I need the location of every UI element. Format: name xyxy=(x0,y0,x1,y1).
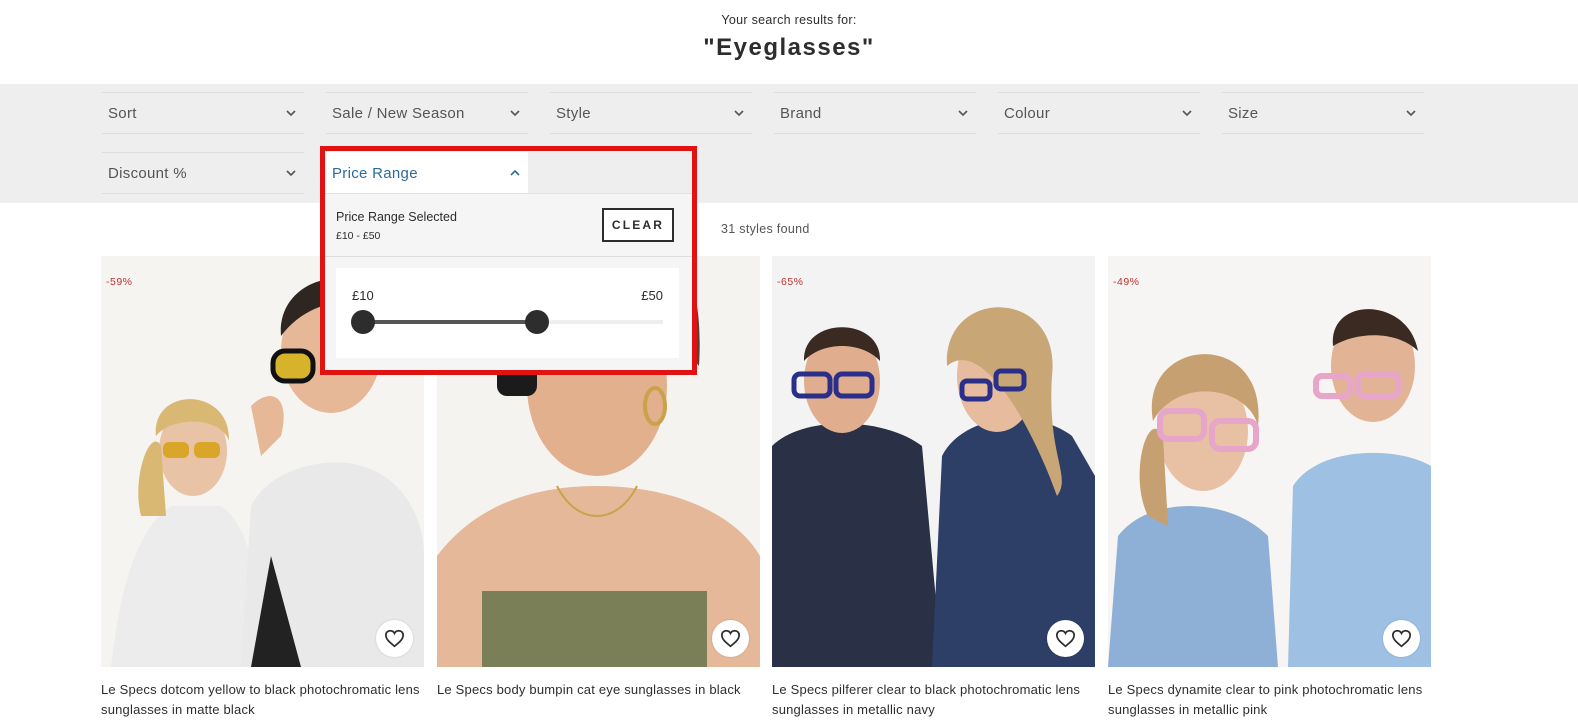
slider-fill xyxy=(363,320,537,324)
filter-label: Style xyxy=(556,105,591,122)
chevron-down-icon xyxy=(286,110,296,117)
slider-min-handle[interactable] xyxy=(351,310,375,334)
chevron-down-icon xyxy=(1182,110,1192,117)
results-count: 31 styles found xyxy=(721,222,810,236)
product-card[interactable]: -65% Le Specs pilferer clear to black ph… xyxy=(772,256,1095,720)
discount-badge: -49% xyxy=(1113,276,1140,288)
product-title[interactable]: Le Specs dotcom yellow to black photochr… xyxy=(101,680,424,720)
filter-colour[interactable]: Colour xyxy=(998,92,1200,134)
slider-min-label: £10 xyxy=(352,288,374,303)
filter-bar: Sort Sale / New Season Style Brand Colou… xyxy=(0,84,1578,203)
chevron-down-icon xyxy=(734,110,744,117)
filter-label: Colour xyxy=(1004,105,1050,122)
search-term: "Eyeglasses" xyxy=(703,34,875,61)
slider-max-handle[interactable] xyxy=(525,310,549,334)
filter-label: Size xyxy=(1228,105,1259,122)
heart-icon xyxy=(720,629,741,648)
filter-discount[interactable]: Discount % xyxy=(102,152,304,194)
slider-track[interactable] xyxy=(351,310,663,334)
product-title[interactable]: Le Specs pilferer clear to black photoch… xyxy=(772,680,1095,720)
heart-icon xyxy=(384,629,405,648)
chevron-down-icon xyxy=(286,170,296,177)
price-range-selected-title: Price Range Selected xyxy=(336,210,457,224)
chevron-down-icon xyxy=(1406,110,1416,117)
filter-label: Discount % xyxy=(108,165,187,182)
wishlist-button[interactable] xyxy=(1383,620,1420,657)
filter-size[interactable]: Size xyxy=(1222,92,1424,134)
search-header: Your search results for: "Eyeglasses" xyxy=(0,0,1578,84)
filter-style[interactable]: Style xyxy=(550,92,752,134)
divider xyxy=(325,256,692,257)
product-image[interactable]: -49% xyxy=(1108,256,1431,667)
filter-label: Sort xyxy=(108,105,137,122)
product-title[interactable]: Le Specs dynamite clear to pink photochr… xyxy=(1108,680,1431,720)
product-photo xyxy=(772,256,1095,667)
discount-badge: -65% xyxy=(777,276,804,288)
price-range-selected-value: £10 - £50 xyxy=(336,230,381,242)
filter-label: Price Range xyxy=(332,165,418,182)
price-slider: £10 £50 xyxy=(336,268,679,358)
chevron-down-icon xyxy=(510,110,520,117)
filter-sale-new-season[interactable]: Sale / New Season xyxy=(326,92,528,134)
filter-brand[interactable]: Brand xyxy=(774,92,976,134)
price-range-panel: Price Range Selected £10 - £50 CLEAR £10… xyxy=(325,193,692,371)
product-image[interactable]: -65% xyxy=(772,256,1095,667)
wishlist-button[interactable] xyxy=(376,620,413,657)
filter-label: Sale / New Season xyxy=(332,105,465,122)
clear-button[interactable]: CLEAR xyxy=(602,208,674,242)
filter-label: Brand xyxy=(780,105,822,122)
slider-max-label: £50 xyxy=(641,288,663,303)
discount-badge: -59% xyxy=(106,276,133,288)
filter-sort[interactable]: Sort xyxy=(102,92,304,134)
wishlist-button[interactable] xyxy=(1047,620,1084,657)
product-card[interactable]: -49% Le Specs dynamite clear to pink pho… xyxy=(1108,256,1431,720)
filter-price-range[interactable]: Price Range xyxy=(326,152,528,194)
heart-icon xyxy=(1391,629,1412,648)
chevron-up-icon xyxy=(510,169,520,176)
search-intro: Your search results for: xyxy=(721,13,857,27)
heart-icon xyxy=(1055,629,1076,648)
wishlist-button[interactable] xyxy=(712,620,749,657)
product-title[interactable]: Le Specs body bumpin cat eye sunglasses … xyxy=(437,680,760,700)
product-photo xyxy=(1108,256,1431,667)
chevron-down-icon xyxy=(958,110,968,117)
